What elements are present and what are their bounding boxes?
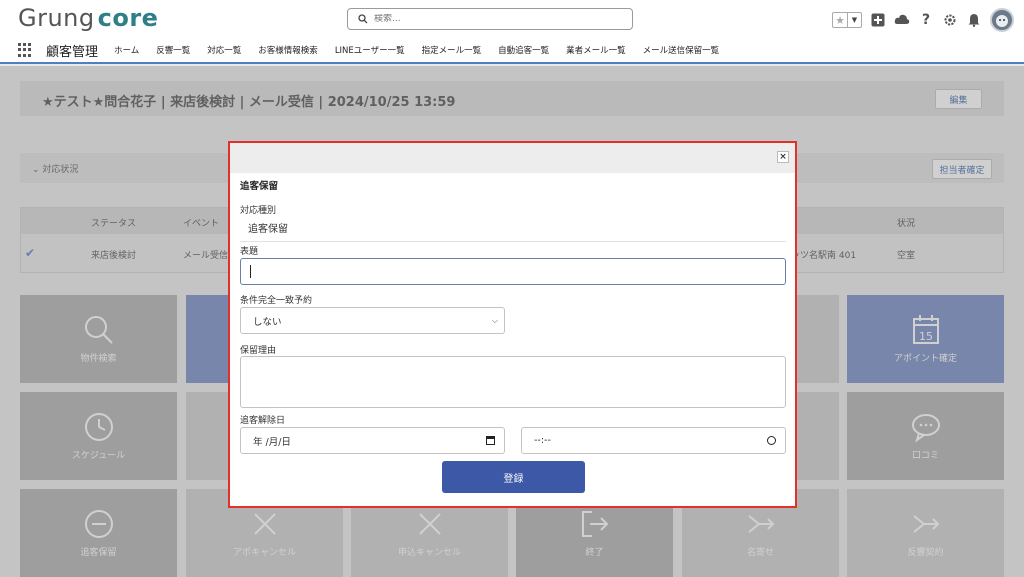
logo-text-core: core bbox=[97, 4, 159, 32]
chevron-down-icon[interactable]: ▼ bbox=[847, 13, 861, 27]
close-icon[interactable]: × bbox=[777, 151, 789, 163]
nav-item-responses[interactable]: 反響一覧 bbox=[156, 44, 190, 56]
hold-modal: × 追客保留 対応種別 追客保留 表題 条件完全一致予約 しない ⌵ 保留理由 … bbox=[228, 141, 797, 508]
clock-icon[interactable] bbox=[767, 436, 776, 445]
search-icon bbox=[358, 14, 368, 24]
release-date-label: 追客解除日 bbox=[240, 416, 286, 426]
modal-title: 追客保留 bbox=[240, 181, 279, 192]
nav-item-actions[interactable]: 対応一覧 bbox=[207, 44, 241, 56]
favorites-button[interactable]: ★ ▼ bbox=[832, 12, 862, 28]
nav-item-vendor-mail[interactable]: 業者メール一覧 bbox=[566, 44, 626, 56]
nav-item-line-users[interactable]: LINEユーザー一覧 bbox=[335, 44, 405, 56]
match-reservation-select[interactable]: しない ⌵ bbox=[240, 307, 505, 334]
type-label: 対応種別 bbox=[240, 206, 277, 216]
calendar-icon[interactable] bbox=[486, 436, 495, 445]
nav-menu: ホーム 反響一覧 対応一覧 お客様情報検索 LINEユーザー一覧 指定メール一覧… bbox=[114, 44, 719, 56]
search-input[interactable] bbox=[374, 14, 614, 24]
cloud-icon[interactable] bbox=[894, 12, 910, 28]
app-name: 顧客管理 bbox=[46, 44, 99, 60]
app-launcher-icon[interactable] bbox=[18, 43, 32, 57]
divider bbox=[240, 241, 786, 242]
header-actions: ★ ▼ ? bbox=[832, 8, 1014, 32]
logo-text-grung: Grung bbox=[18, 4, 95, 32]
select-value: しない bbox=[253, 316, 282, 328]
subject-input[interactable] bbox=[240, 258, 786, 285]
app-navbar: 顧客管理 ホーム 反響一覧 対応一覧 お客様情報検索 LINEユーザー一覧 指定… bbox=[0, 38, 1024, 64]
star-icon[interactable]: ★ bbox=[833, 13, 847, 27]
top-header: Grungcore ★ ▼ ? bbox=[0, 0, 1024, 38]
date-placeholder: 年 /月/日 bbox=[253, 436, 291, 448]
match-reservation-label: 条件完全一致予約 bbox=[240, 296, 313, 306]
add-icon[interactable] bbox=[870, 12, 886, 28]
help-icon[interactable]: ? bbox=[918, 12, 934, 28]
subject-label: 表題 bbox=[240, 247, 259, 257]
release-date-input[interactable]: 年 /月/日 bbox=[240, 427, 505, 454]
time-placeholder: --:-- bbox=[534, 435, 551, 446]
chevron-down-icon: ⌵ bbox=[491, 316, 498, 325]
nav-item-home[interactable]: ホーム bbox=[114, 44, 139, 56]
settings-icon[interactable] bbox=[942, 12, 958, 28]
global-search[interactable] bbox=[347, 8, 633, 30]
nav-item-mail-hold[interactable]: メール送信保留一覧 bbox=[643, 44, 720, 56]
nav-item-auto-follow[interactable]: 自動追客一覧 bbox=[498, 44, 549, 56]
type-value: 追客保留 bbox=[248, 224, 288, 235]
bell-icon[interactable] bbox=[966, 12, 982, 28]
avatar[interactable] bbox=[990, 8, 1014, 32]
hold-reason-label: 保留理由 bbox=[240, 346, 277, 356]
app-logo[interactable]: Grung core bbox=[18, 4, 158, 32]
nav-item-designated-mail[interactable]: 指定メール一覧 bbox=[422, 44, 482, 56]
modal-header bbox=[230, 143, 795, 173]
register-button[interactable]: 登録 bbox=[442, 461, 585, 493]
text-caret bbox=[250, 265, 251, 278]
hold-reason-textarea[interactable] bbox=[240, 356, 786, 408]
nav-item-customer-search[interactable]: お客様情報検索 bbox=[258, 44, 318, 56]
release-time-input[interactable]: --:-- bbox=[521, 427, 786, 454]
